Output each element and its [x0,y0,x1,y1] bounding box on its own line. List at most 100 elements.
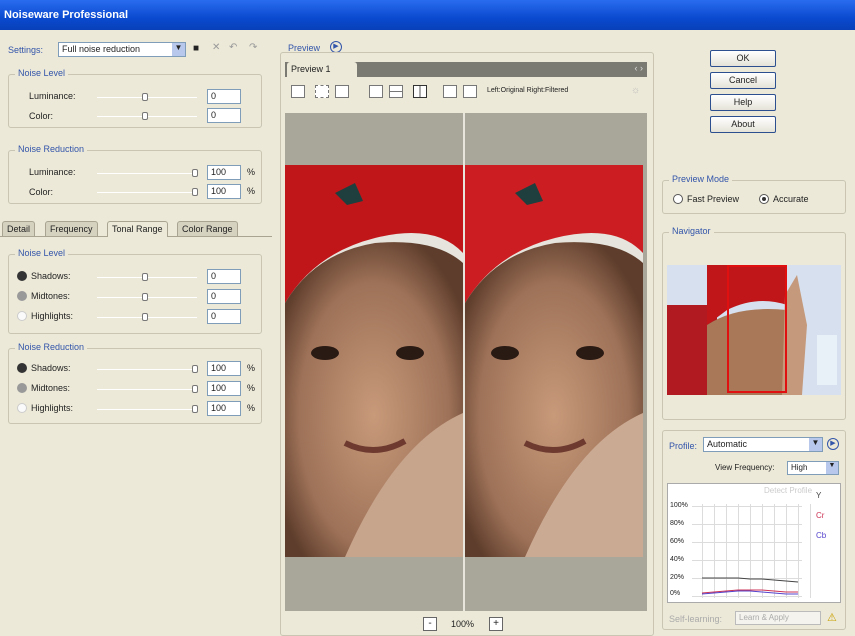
cancel-button[interactable]: Cancel [710,72,776,89]
legend-cr: Cr [816,511,825,520]
color-reduction-input[interactable]: 100 [207,184,241,199]
tonal-noise-level-title: Noise Level [15,248,69,258]
color-label: Color: [29,111,54,121]
y-tick: 60% [670,538,685,545]
tab-color-range[interactable]: Color Range [177,221,238,236]
delete-icon[interactable]: ✕ [212,42,220,53]
luminance-reduction-slider[interactable] [97,169,198,177]
about-button[interactable]: About [710,116,776,133]
y-tick: 40% [670,556,685,563]
highlights-level-slider[interactable] [97,313,197,321]
y-tick: 20% [670,574,685,581]
warning-icon: ⚠ [827,612,837,624]
single-view-icon[interactable] [369,85,383,98]
navigator-title: Navigator [669,226,714,236]
hand-tool-icon[interactable] [291,85,305,98]
marquee-tool-icon[interactable] [315,85,329,98]
tab-detail[interactable]: Detail [2,221,36,236]
tab-frequency[interactable]: Frequency [45,221,98,236]
navigator-thumbnail[interactable] [667,265,841,395]
preview-toolbar: Left:Original Right:Filtered ☼ [291,85,651,101]
luminance-label: Luminance: [29,91,76,101]
view-frequency-label: View Frequency: [715,463,775,472]
preview-image [285,113,643,611]
midtones-level-slider[interactable] [97,293,197,301]
self-learning-select[interactable]: Learn & Apply [735,611,821,625]
luminance-level-input[interactable]: 0 [207,89,241,104]
profile-chart: Detect Profile 100% 80% 60% 40% 20% 0% Y… [667,483,841,603]
settings-value: Full noise reduction [62,44,141,54]
preview-canvas[interactable] [285,113,647,611]
chevron-down-icon: ▼ [826,462,838,474]
profile-menu-icon[interactable]: ▶ [827,438,839,450]
help-button[interactable]: Help [710,94,776,111]
compare-icon[interactable] [463,85,477,98]
ok-button[interactable]: OK [710,50,776,67]
undo-icon[interactable]: ↶ [229,42,237,53]
window-title: Noiseware Professional [0,0,855,30]
noise-reduction-group: Noise Reduction Luminance: 100 % Color: … [8,144,262,204]
highlights-reduction-slider[interactable] [97,405,198,413]
shadows-swatch [17,271,27,281]
zoom-out-button[interactable]: - [423,617,437,631]
tab-scroll-icon[interactable]: ‹ › [635,63,644,73]
noise-reduction-title: Noise Reduction [15,144,88,154]
highlights-label: Highlights: [31,311,74,321]
color-reduction-slider[interactable] [97,188,198,196]
y-tick: 80% [670,520,685,527]
fast-preview-label: Fast Preview [687,194,740,204]
profile-select[interactable]: Automatic ▼ [703,437,823,452]
shadows-level-slider[interactable] [97,273,197,281]
preview-mode-group: Preview Mode Fast Preview Accurate [662,174,846,214]
accurate-radio[interactable] [759,194,769,204]
chevron-down-icon: ▼ [809,438,822,451]
midtones-swatch [17,291,27,301]
zoom-tool-icon[interactable] [335,85,349,98]
tonal-noise-reduction-title: Noise Reduction [15,342,88,352]
y-tick: 100% [670,502,688,509]
sun-icon: ☼ [631,85,641,96]
view-frequency-select[interactable]: High ▼ [787,461,839,475]
view-frequency-value: High [791,463,808,472]
navigator-group: Navigator [662,226,846,420]
fast-preview-radio[interactable] [673,194,683,204]
highlights-reduction-input[interactable]: 100 [207,401,241,416]
percent-unit: % [247,383,256,393]
settings-label: Settings: [8,45,44,55]
midtones-reduction-input[interactable]: 100 [207,381,241,396]
preview-tabstrip: Preview 1 ‹ › [285,62,647,77]
tab-preview-1[interactable]: Preview 1 [287,62,357,77]
split-horizontal-icon[interactable] [389,85,403,98]
color-level-slider[interactable] [97,112,197,120]
shadows-reduction-slider[interactable] [97,365,198,373]
midtones-level-input[interactable]: 0 [207,289,241,304]
self-learning-label: Self-learning: [669,614,723,624]
split-vertical-icon[interactable] [413,85,427,98]
preview-mode-title: Preview Mode [669,174,733,184]
tab-tonal-range[interactable]: Tonal Range [107,221,168,237]
luminance-reduction-input[interactable]: 100 [207,165,241,180]
shadows-level-input[interactable]: 0 [207,269,241,284]
settings-select[interactable]: Full noise reduction ▼ [58,42,186,57]
percent-unit: % [247,167,256,177]
luminance-level-slider[interactable] [97,93,197,101]
split-divider [463,113,465,611]
shadows-reduction-input[interactable]: 100 [207,361,241,376]
zoom-in-button[interactable]: + [489,617,503,631]
chevron-down-icon: ▼ [172,43,185,56]
redo-icon[interactable]: ↷ [249,42,257,53]
midtones-swatch [17,383,27,393]
shadows-label: Shadows: [31,271,71,281]
tonal-noise-reduction-group: Noise Reduction Shadows: 100 % Midtones:… [8,342,262,424]
y-tick: 0% [670,590,681,597]
color-level-input[interactable]: 0 [207,108,241,123]
luminance-label: Luminance: [29,167,76,177]
swap-view-icon[interactable] [443,85,457,98]
percent-unit: % [247,363,256,373]
highlights-level-input[interactable]: 0 [207,309,241,324]
save-icon[interactable]: ■ [193,43,199,54]
midtones-reduction-slider[interactable] [97,385,198,393]
tonal-noise-level-group: Noise Level Shadows: 0 Midtones: 0 Highl… [8,248,262,334]
navigator-view-rect[interactable] [727,265,787,393]
filtered-photo [465,165,643,557]
